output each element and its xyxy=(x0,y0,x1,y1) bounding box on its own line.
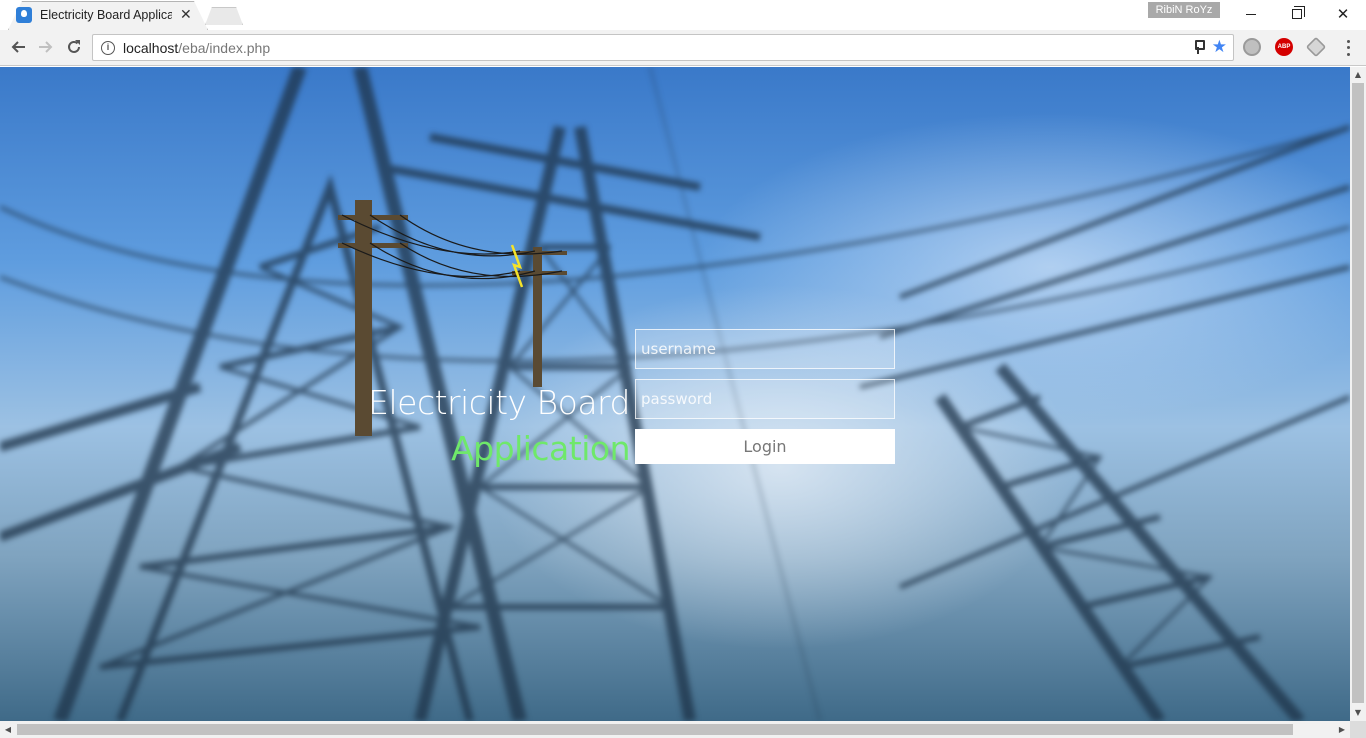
tab-close-icon[interactable]: ✕ xyxy=(180,8,192,22)
login-button[interactable]: Login xyxy=(635,429,895,464)
app-title-line2: Application xyxy=(451,429,630,468)
tab-strip: Electricity Board Applicat ✕ RibiN RoYz … xyxy=(0,0,1366,30)
browser-menu-icon[interactable] xyxy=(1338,38,1358,58)
restore-button[interactable] xyxy=(1274,0,1320,28)
key-icon[interactable] xyxy=(1193,40,1205,54)
new-tab-button[interactable] xyxy=(205,7,243,25)
minimize-icon xyxy=(1246,13,1256,15)
arrow-left-icon xyxy=(11,41,25,53)
arrow-right-icon xyxy=(39,41,53,53)
reload-icon xyxy=(68,40,80,53)
reload-button[interactable] xyxy=(62,35,86,59)
bookmark-star-icon[interactable]: ★ xyxy=(1212,37,1227,57)
url-path: /eba/index.php xyxy=(178,39,271,56)
info-icon[interactable]: i xyxy=(101,40,115,55)
address-bar[interactable]: i localhost/eba/index.php ★ xyxy=(92,34,1234,61)
close-icon: ✕ xyxy=(1336,5,1350,23)
url-host: localhost xyxy=(123,39,179,56)
scroll-right-icon[interactable]: ▶ xyxy=(1334,721,1350,738)
minimize-button[interactable] xyxy=(1228,0,1274,28)
horizontal-scrollbar[interactable]: ◀ ▶ xyxy=(0,721,1350,738)
scroll-down-icon[interactable]: ▼ xyxy=(1350,705,1366,721)
tab-content[interactable]: Electricity Board Applicat ✕ xyxy=(12,0,198,29)
globe-icon[interactable] xyxy=(1243,38,1261,56)
horizontal-scroll-thumb[interactable] xyxy=(17,724,1293,735)
profile-badge[interactable]: RibiN RoYz xyxy=(1148,2,1220,18)
cube-icon[interactable] xyxy=(1305,36,1327,58)
tab-title: Electricity Board Applicat xyxy=(40,7,172,22)
back-button[interactable] xyxy=(6,35,30,59)
url-text[interactable]: localhost/eba/index.php xyxy=(123,40,270,56)
scrollbar-corner xyxy=(1350,721,1366,738)
restore-icon xyxy=(1292,6,1305,19)
login-form: Login xyxy=(635,329,895,464)
scroll-left-icon[interactable]: ◀ xyxy=(0,721,16,738)
close-window-button[interactable]: ✕ xyxy=(1320,0,1366,28)
username-input[interactable] xyxy=(635,329,895,369)
scroll-up-icon[interactable]: ▲ xyxy=(1350,67,1366,83)
vertical-scrollbar[interactable]: ▲ ▼ xyxy=(1350,67,1366,721)
app-title-line1: Electricity Board xyxy=(368,383,630,422)
forward-button[interactable] xyxy=(34,35,58,59)
favicon-icon xyxy=(16,6,32,23)
page-viewport: Electricity Board Application Login xyxy=(0,67,1350,721)
adblock-plus-icon[interactable]: ABP xyxy=(1275,38,1293,56)
password-input[interactable] xyxy=(635,379,895,419)
browser-toolbar: i localhost/eba/index.php ★ ABP xyxy=(0,30,1366,66)
vertical-scroll-thumb[interactable] xyxy=(1352,83,1364,703)
